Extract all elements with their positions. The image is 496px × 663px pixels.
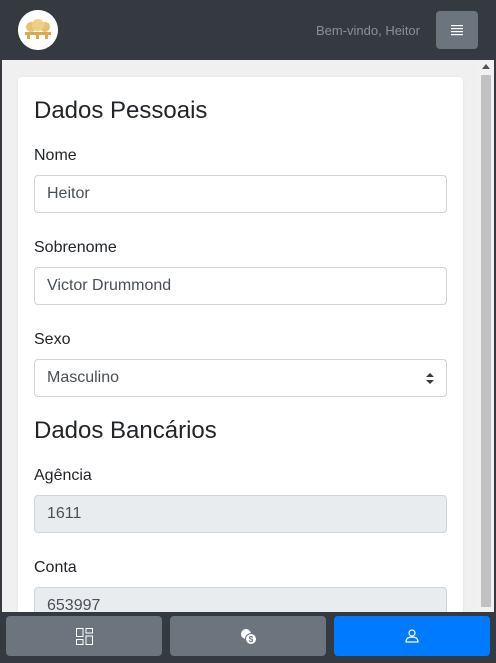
brand-logo-icon[interactable] (18, 10, 58, 50)
gender-selected-value: Masculino (47, 369, 120, 386)
top-navbar: Bem-vindo, Heitor (0, 0, 496, 60)
select-arrows-icon (426, 373, 434, 384)
coins-icon: $ (240, 628, 257, 645)
agency-label: Agência (34, 467, 92, 484)
last-name-input[interactable]: Victor Drummond (34, 267, 447, 305)
svg-text:$: $ (248, 635, 253, 644)
first-name-input[interactable]: Heitor (34, 175, 447, 213)
gender-label: Sexo (34, 331, 71, 348)
finance-button[interactable]: $ (170, 616, 326, 656)
profile-button[interactable] (334, 616, 490, 656)
menu-toggle-button[interactable] (436, 11, 478, 49)
scrollbar-thumb[interactable] (481, 75, 491, 607)
agency-input[interactable]: 1611 (34, 495, 447, 533)
vertical-scrollbar[interactable] (478, 60, 494, 612)
bottom-navbar: $ (0, 612, 496, 663)
welcome-text: Bem-vindo, Heitor (315, 23, 420, 38)
account-input[interactable]: 653997 (34, 587, 447, 612)
bank-data-heading: Dados Bancários (34, 417, 217, 444)
scroll-up-arrow-icon[interactable] (482, 64, 490, 69)
scroll-content[interactable]: Dados Pessoais Nome Heitor Sobrenome Vic… (2, 60, 478, 612)
personal-data-heading: Dados Pessoais (34, 97, 208, 124)
hamburger-icon (451, 25, 463, 36)
last-name-label: Sobrenome (34, 239, 117, 256)
dashboard-button[interactable] (6, 616, 162, 656)
user-icon (405, 629, 419, 643)
gender-select[interactable]: Masculino (34, 359, 447, 397)
profile-card: Dados Pessoais Nome Heitor Sobrenome Vic… (18, 77, 463, 612)
first-name-label: Nome (34, 147, 77, 164)
account-label: Conta (34, 559, 77, 576)
dashboard-grid-icon (75, 627, 93, 645)
